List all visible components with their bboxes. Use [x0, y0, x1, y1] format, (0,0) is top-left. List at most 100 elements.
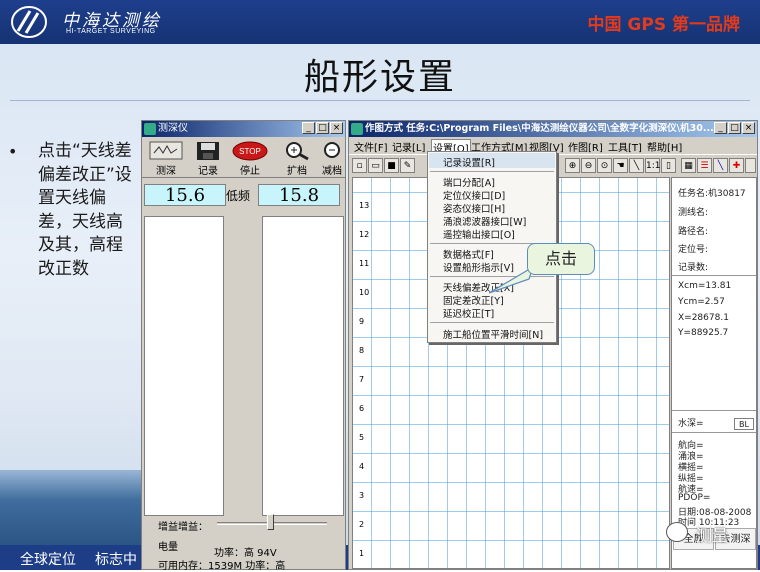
minimize-button[interactable]: _ — [302, 122, 315, 134]
plot-title: 作图方式 任务:C:\Program Files\中海达测绘仪器公司\全数字化测… — [365, 123, 714, 134]
zoom-out-icon[interactable]: ⊖ — [581, 158, 596, 173]
info-panel: 任务名:机30817 测线名: 路径名: 定位号: 记录数: Xcm=13.81… — [671, 177, 757, 569]
info-task-name: 任务名:机30817 — [678, 189, 746, 199]
zoom-window-icon[interactable]: ⊙ — [597, 158, 612, 173]
y-tick: 11 — [359, 259, 370, 268]
y-tick: 12 — [359, 230, 370, 239]
menu-item-attitude-port[interactable]: 姿态仪接口[H] — [443, 201, 505, 215]
slogan: 中国 GPS 第一品牌 — [587, 15, 741, 35]
footer-text-2: 标志中 — [95, 552, 137, 568]
y-tick: 13 — [359, 201, 370, 210]
menu-item-port-assign[interactable]: 端口分配[A] — [443, 175, 495, 189]
stop-badge-text: STOP — [239, 147, 261, 156]
app-icon — [351, 123, 363, 135]
window-controls: _ □ × — [302, 122, 343, 134]
zoom-in-icon[interactable]: ⊕ — [565, 158, 580, 173]
info-divider — [672, 275, 756, 276]
menu-item-smoothing-time[interactable]: 施工船位置平滑时间[N] — [443, 327, 543, 341]
menu-item-delay-correction[interactable]: 延迟校正[T] — [443, 306, 494, 320]
menu-item-data-format[interactable]: 数据格式[F] — [443, 247, 494, 261]
sound-button[interactable]: 测深 — [146, 141, 186, 177]
more-icon[interactable] — [745, 158, 756, 173]
close-button[interactable]: × — [330, 122, 343, 134]
menu-plot[interactable]: 作图[R] — [568, 139, 603, 154]
line-icon[interactable]: ╲ — [713, 158, 728, 173]
floppy-icon — [197, 142, 219, 160]
freq-label: 低频 — [226, 189, 251, 203]
logo-icon — [11, 6, 47, 38]
menu-item-record-settings[interactable]: 记录设置[R] — [443, 155, 495, 169]
y-tick: 6 — [359, 404, 365, 413]
info-y: Y=88925.7 — [678, 328, 729, 338]
pan-icon[interactable]: ☚ — [613, 158, 628, 173]
y-tick: 7 — [359, 375, 365, 384]
close-button[interactable]: × — [742, 122, 755, 134]
maximize-button[interactable]: □ — [728, 122, 741, 134]
menu-help[interactable]: 帮助[H] — [647, 139, 682, 154]
menu-item-remote-output-port[interactable]: 遥控输出接口[O] — [443, 227, 515, 241]
menu-item-heave-filter-port[interactable]: 涌浪滤波器接口[W] — [443, 214, 526, 228]
sounder-toolbar: 测深 记录 STOP 停止 扩档 减档 — [142, 138, 345, 178]
y-tick: 2 — [359, 520, 365, 529]
info-divider — [672, 432, 756, 433]
stop-label: 停止 — [240, 166, 260, 177]
y-tick: 8 — [359, 346, 365, 355]
footer-text-1: 全球定位 — [20, 552, 76, 568]
y-tick: 5 — [359, 433, 365, 442]
info-depth: 水深= — [678, 419, 704, 429]
magnifier-plus-icon — [286, 142, 309, 161]
measure-icon[interactable]: ╲ — [629, 158, 644, 173]
y-tick: 1 — [359, 549, 365, 558]
minimize-button[interactable]: _ — [714, 122, 727, 134]
record-label: 记录 — [198, 166, 218, 177]
y-tick: 10 — [359, 288, 370, 297]
y-tick: 9 — [359, 317, 365, 326]
plot-titlebar[interactable]: 作图方式 任务:C:\Program Files\中海达测绘仪器公司\全数字化测… — [349, 121, 757, 137]
edit-icon[interactable]: ✎ — [400, 158, 415, 173]
depth-readout-right: 15.8 — [258, 184, 340, 206]
save-icon[interactable]: ■ — [384, 158, 399, 173]
magnifier-minus-icon — [324, 142, 340, 158]
info-ycm: Ycm=2.57 — [678, 297, 725, 307]
bullet-point: • 点击“天线差偏差改正”设置天线偏差，天线高及其，高程改正数 — [8, 140, 136, 281]
depth-readout-left: 15.6 — [144, 184, 226, 206]
zoom-out-label: 减档 — [322, 166, 342, 176]
waveform-icon — [149, 141, 183, 160]
bullet-dot: • — [8, 142, 18, 161]
gain-slider-thumb[interactable] — [267, 514, 274, 530]
stop-button[interactable]: STOP 停止 — [230, 141, 270, 177]
info-route-name: 路径名: — [678, 227, 709, 237]
info-line-name: 测线名: — [678, 208, 709, 218]
menu-record[interactable]: 记录[L] — [392, 139, 425, 154]
app-icon — [144, 123, 156, 135]
info-pdop: PDOP= — [678, 493, 711, 503]
page-icon[interactable]: ▯ — [661, 158, 676, 173]
maximize-button[interactable]: □ — [316, 122, 329, 134]
power-label: 电量 — [158, 542, 178, 553]
logo-text-en: HI-TARGET SURVEYING — [66, 28, 156, 35]
zoom-out-button[interactable]: 减档 — [320, 141, 344, 176]
zoom-1to1-button[interactable]: 1:1 — [645, 158, 660, 173]
sounder-window[interactable]: 测深仪 _ □ × 测深 记录 STOP 停止 扩档 减档 15.6 低频 15… — [141, 120, 346, 572]
cross-icon[interactable]: ✚ — [729, 158, 744, 173]
new-icon[interactable]: ▫ — [352, 158, 367, 173]
sounder-titlebar[interactable]: 测深仪 _ □ × — [142, 121, 345, 137]
menu-tools[interactable]: 工具[T] — [608, 139, 642, 154]
grid-icon[interactable]: ▦ — [681, 158, 696, 173]
menu-file[interactable]: 文件[F] — [354, 139, 388, 154]
menu-item-fixed-offset[interactable]: 固定差改正[Y] — [443, 293, 504, 307]
echogram-left — [144, 216, 224, 516]
open-icon[interactable]: ▭ — [368, 158, 383, 173]
header-bar: 中海达测绘 HI-TARGET SURVEYING 中国 GPS 第一品牌 — [0, 0, 760, 44]
list-icon[interactable]: ☰ — [697, 158, 712, 173]
record-button[interactable]: 记录 — [188, 141, 228, 177]
gain-label: 增益增益： — [158, 522, 208, 533]
menu-item-positioner-port[interactable]: 定位仪接口[D] — [443, 188, 505, 202]
bl-button[interactable]: BL — [734, 418, 754, 430]
y-tick: 4 — [359, 462, 365, 471]
info-divider — [672, 410, 756, 411]
slide-title: 船形设置 — [303, 57, 456, 98]
info-pos-no: 定位号: — [678, 245, 709, 255]
sea-image — [0, 470, 145, 545]
zoom-in-button[interactable]: 扩档 — [277, 141, 317, 177]
